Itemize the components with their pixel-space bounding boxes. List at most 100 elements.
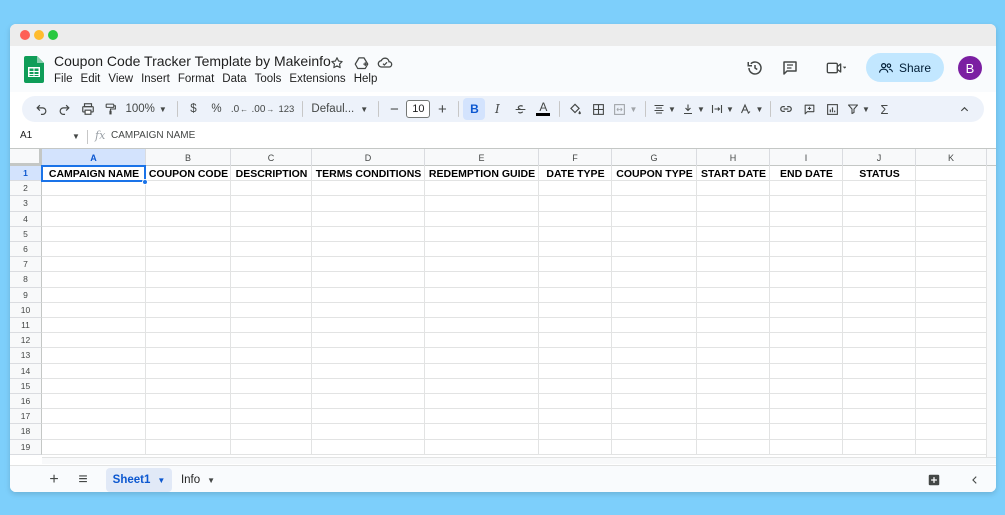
row-header-12[interactable]: 12: [10, 333, 42, 349]
header-cell-d1[interactable]: TERMS CONDITIONS: [312, 166, 425, 181]
menu-format[interactable]: Format: [174, 73, 218, 85]
all-sheets-button[interactable]: ≡: [73, 470, 93, 490]
column-header-g[interactable]: G: [612, 149, 697, 166]
comments-icon[interactable]: [778, 56, 802, 80]
header-cell-i1[interactable]: END DATE: [770, 166, 843, 181]
active-cell-selection[interactable]: [41, 165, 146, 183]
column-header-e[interactable]: E: [425, 149, 539, 166]
menu-edit[interactable]: Edit: [77, 73, 105, 85]
row-header-6[interactable]: 6: [10, 242, 42, 258]
column-header-d[interactable]: D: [312, 149, 425, 166]
more-formats-button[interactable]: 123: [275, 98, 297, 120]
cloud-saved-icon[interactable]: [376, 54, 394, 72]
header-cell-e1[interactable]: REDEMPTION GUIDE: [425, 166, 539, 181]
fill-handle[interactable]: [142, 179, 148, 186]
menu-tools[interactable]: Tools: [251, 73, 286, 85]
font-size-input[interactable]: 10: [406, 100, 431, 118]
undo-icon[interactable]: [31, 98, 53, 120]
column-header-k[interactable]: K: [916, 149, 987, 166]
paint-format-icon[interactable]: [100, 98, 122, 120]
borders-icon[interactable]: [587, 98, 609, 120]
google-sheets-logo-icon[interactable]: [24, 56, 44, 83]
row-header-3[interactable]: 3: [10, 196, 42, 212]
header-cell-b1[interactable]: COUPON CODE: [146, 166, 231, 181]
italic-button[interactable]: I: [486, 98, 508, 120]
column-header-j[interactable]: J: [843, 149, 916, 166]
menu-insert[interactable]: Insert: [137, 73, 174, 85]
row-header-11[interactable]: 11: [10, 318, 42, 334]
insert-chart-icon[interactable]: [821, 98, 843, 120]
collapse-menus-icon[interactable]: [954, 98, 976, 120]
percent-format-button[interactable]: %: [206, 98, 228, 120]
fill-color-icon[interactable]: [564, 98, 586, 120]
close-window-button[interactable]: [20, 30, 30, 40]
header-cell-c1[interactable]: DESCRIPTION: [231, 166, 312, 181]
column-header-a[interactable]: A: [42, 149, 146, 166]
header-cell-g1[interactable]: COUPON TYPE: [612, 166, 697, 181]
vertical-scrollbar[interactable]: [986, 166, 996, 464]
spreadsheet-grid[interactable]: ABCDEFGHIJK 1 2 3 4 5 6 7 8 9 10 11 12 13 14 15 16 17 18 1…: [10, 148, 996, 464]
currency-format-button[interactable]: $: [183, 98, 205, 120]
row-header-1[interactable]: 1: [10, 166, 42, 182]
horizontal-scrollbar[interactable]: [42, 457, 996, 464]
column-header-f[interactable]: F: [539, 149, 612, 166]
add-sheet-button[interactable]: +: [44, 470, 64, 490]
menu-data[interactable]: Data: [218, 73, 250, 85]
document-title[interactable]: Coupon Code Tracker Template by Makeinfo: [54, 53, 331, 69]
row-header-18[interactable]: 18: [10, 424, 42, 440]
insert-link-icon[interactable]: [775, 98, 797, 120]
horizontal-align-icon[interactable]: ▼: [650, 98, 678, 120]
explore-icon[interactable]: [924, 470, 944, 490]
row-header-4[interactable]: 4: [10, 211, 42, 227]
row-header-2[interactable]: 2: [10, 181, 42, 197]
row-header-9[interactable]: 9: [10, 287, 42, 303]
merge-cells-icon[interactable]: ▼: [610, 98, 640, 120]
strikethrough-icon[interactable]: [509, 98, 531, 120]
row-header-8[interactable]: 8: [10, 272, 42, 288]
row-header-5[interactable]: 5: [10, 226, 42, 242]
bold-button[interactable]: B: [463, 98, 486, 120]
row-header-19[interactable]: 19: [10, 439, 42, 455]
header-cell-j1[interactable]: STATUS: [843, 166, 916, 181]
account-avatar[interactable]: B: [958, 56, 982, 80]
zoom-select[interactable]: 100% ▼: [123, 98, 173, 120]
row-header-10[interactable]: 10: [10, 302, 42, 318]
sheet-tab-info[interactable]: Info ▼: [175, 468, 221, 492]
formula-input[interactable]: CAMPAIGN NAME: [111, 130, 195, 141]
functions-button[interactable]: Σ: [873, 98, 895, 120]
insert-comment-icon[interactable]: [798, 98, 820, 120]
move-to-drive-icon[interactable]: [352, 54, 370, 72]
name-box[interactable]: A1: [20, 130, 80, 141]
redo-icon[interactable]: [54, 98, 76, 120]
row-header-13[interactable]: 13: [10, 348, 42, 364]
increase-decimal-button[interactable]: .00 →: [252, 98, 275, 120]
text-color-button[interactable]: A: [532, 98, 554, 120]
text-wrapping-icon[interactable]: ▼: [708, 98, 736, 120]
font-select[interactable]: Defaul... ▼: [307, 98, 373, 120]
column-header-c[interactable]: C: [231, 149, 312, 166]
meet-video-icon[interactable]: [818, 56, 854, 80]
decrease-font-size-button[interactable]: −: [383, 98, 405, 120]
row-header-16[interactable]: 16: [10, 394, 42, 410]
row-header-7[interactable]: 7: [10, 257, 42, 273]
column-header-i[interactable]: I: [770, 149, 843, 166]
version-history-icon[interactable]: [743, 56, 767, 80]
select-all-corner[interactable]: [10, 149, 42, 166]
column-header-b[interactable]: B: [146, 149, 231, 166]
row-header-15[interactable]: 15: [10, 378, 42, 394]
chevron-down-icon[interactable]: ▼: [207, 476, 215, 485]
column-header-h[interactable]: H: [697, 149, 770, 166]
row-header-17[interactable]: 17: [10, 409, 42, 425]
header-cell-f1[interactable]: DATE TYPE: [539, 166, 612, 181]
star-icon[interactable]: [328, 54, 346, 72]
vertical-align-icon[interactable]: ▼: [679, 98, 707, 120]
menu-view[interactable]: View: [104, 73, 137, 85]
chevron-down-icon[interactable]: ▼: [157, 476, 165, 485]
decrease-decimal-button[interactable]: .0 ←: [229, 98, 251, 120]
menu-file[interactable]: File: [54, 73, 77, 85]
header-cell-h1[interactable]: START DATE: [697, 166, 770, 181]
text-rotation-icon[interactable]: ▼: [737, 98, 765, 120]
chevron-left-icon[interactable]: [965, 470, 985, 490]
row-header-14[interactable]: 14: [10, 363, 42, 379]
increase-font-size-button[interactable]: +: [431, 98, 453, 120]
